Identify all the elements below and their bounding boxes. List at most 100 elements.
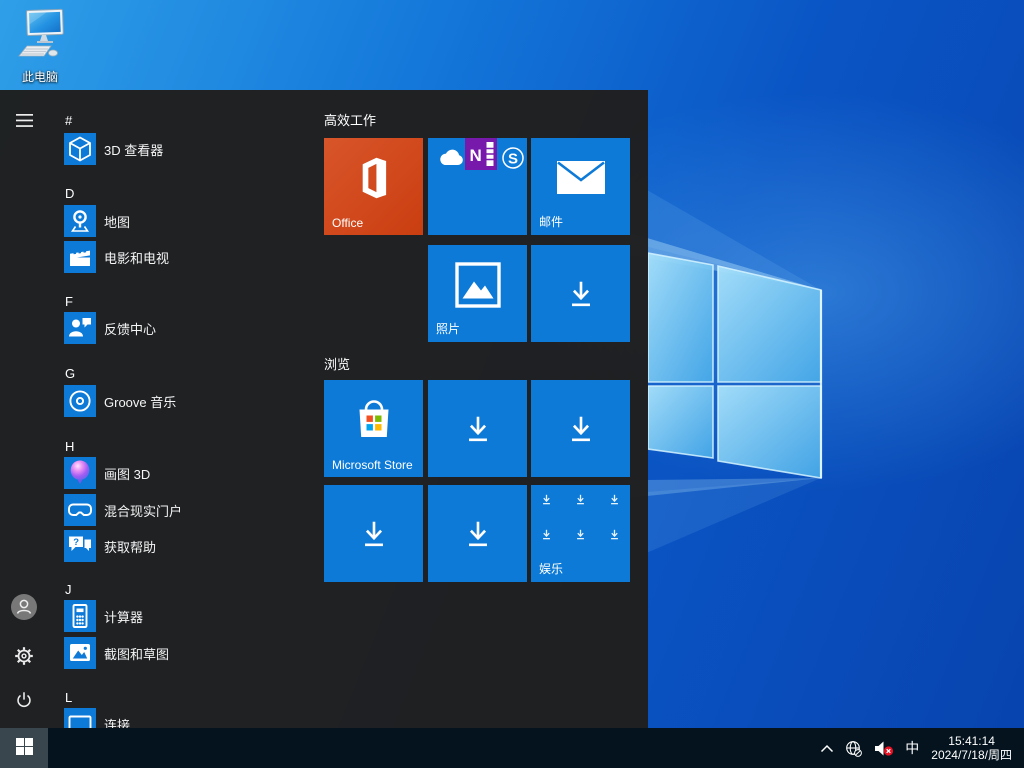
tile-download[interactable] <box>324 485 423 582</box>
tile-label: Office <box>332 216 421 230</box>
tile-group-title[interactable]: 高效工作 <box>324 110 376 128</box>
app-section-h[interactable]: H <box>65 436 74 456</box>
app-item-movies-tv[interactable]: 电影和电视 <box>64 241 318 273</box>
app-item-get-help[interactable]: ? 获取帮助 <box>64 530 318 562</box>
download-arrow-icon <box>574 493 587 506</box>
microsoft-store-icon <box>324 380 423 459</box>
tile-label: 照片 <box>436 320 525 337</box>
download-arrow-icon <box>324 485 423 582</box>
connect-icon <box>64 708 96 728</box>
office-logo-icon <box>324 138 423 217</box>
3d-viewer-icon <box>64 133 96 165</box>
ime-indicator[interactable]: 中 <box>902 728 922 768</box>
get-help-icon: ? <box>64 530 96 562</box>
settings-button[interactable] <box>0 633 48 681</box>
app-item-label: 截图和草图 <box>104 644 169 663</box>
app-section-g[interactable]: G <box>65 363 75 383</box>
calculator-icon <box>64 600 96 632</box>
tile-label: 邮件 <box>539 213 628 230</box>
app-item-label: 获取帮助 <box>104 537 156 556</box>
app-item-label: 地图 <box>104 212 130 231</box>
svg-text:N: N <box>470 146 482 165</box>
tray-overflow-button[interactable] <box>817 728 837 768</box>
app-item-connect[interactable]: 连接 <box>64 708 318 728</box>
network-button[interactable] <box>842 728 865 768</box>
download-arrow-icon <box>608 528 621 541</box>
download-arrow-icon <box>540 528 553 541</box>
desktop-icon-this-pc[interactable]: 此电脑 <box>8 6 72 85</box>
download-arrow-icon <box>574 528 587 541</box>
app-item-label: 反馈中心 <box>104 319 156 338</box>
app-item-snip-sketch[interactable]: 截图和草图 <box>64 637 318 669</box>
app-item-label: 计算器 <box>104 607 143 626</box>
skype-icon: S <box>502 147 524 169</box>
svg-text:?: ? <box>73 537 79 548</box>
app-section-l[interactable]: L <box>65 687 72 707</box>
user-account-button[interactable] <box>0 584 48 632</box>
tile-download[interactable] <box>428 380 527 477</box>
tile-photos-3[interactable]: 照片 <box>428 245 527 342</box>
globe-offline-icon <box>845 740 862 757</box>
hamburger-icon <box>16 114 33 130</box>
this-pc-icon <box>13 49 67 66</box>
app-list: #3D 查看器 D 地图电影和电视 F 反馈中心 G Groove 音乐 H 画图 3D 混合现实… <box>48 90 324 728</box>
app-item-label: 连接 <box>104 715 130 729</box>
tile-office-0[interactable]: Office <box>324 138 423 235</box>
download-arrow-icon <box>531 380 630 477</box>
tile-download[interactable] <box>531 380 630 477</box>
app-item-feedback-hub[interactable]: 反馈中心 <box>64 312 318 344</box>
download-arrow-icon <box>428 380 527 477</box>
tile-app-folder[interactable]: NS <box>428 138 527 235</box>
download-arrow-icon <box>531 245 630 342</box>
windows-logo-icon <box>16 738 33 758</box>
power-icon <box>13 690 35 715</box>
app-item-label: 3D 查看器 <box>104 140 163 159</box>
app-item-groove-music[interactable]: Groove 音乐 <box>64 385 318 417</box>
user-avatar-icon <box>10 593 38 624</box>
tile-label: Microsoft Store <box>332 458 421 472</box>
tile-area: 高效工作OfficeNS邮件照片浏览Microsoft Store娱乐 <box>324 90 648 728</box>
mixed-reality-portal-icon <box>64 494 96 526</box>
app-item-label: Groove 音乐 <box>104 392 176 411</box>
movies-tv-icon <box>64 241 96 273</box>
app-item-label: 电影和电视 <box>104 248 169 267</box>
clock-date: 2024/7/18/周四 <box>931 748 1012 762</box>
mail-icon <box>531 138 630 217</box>
tile-mail-2[interactable]: 邮件 <box>531 138 630 235</box>
app-section-d[interactable]: D <box>65 183 74 203</box>
tile-download[interactable] <box>531 245 630 342</box>
download-arrow-icon <box>428 485 527 582</box>
app-section-hash[interactable]: # <box>65 110 72 130</box>
download-arrow-icon <box>540 493 553 506</box>
app-item-maps[interactable]: 地图 <box>64 205 318 237</box>
app-item-mixed-reality-portal[interactable]: 混合现实门户 <box>64 494 318 526</box>
tile-download[interactable] <box>428 485 527 582</box>
start-menu: #3D 查看器 D 地图电影和电视 F 反馈中心 G Groove 音乐 H 画图 3D 混合现实… <box>0 90 648 728</box>
volume-button[interactable] <box>870 728 897 768</box>
feedback-hub-icon <box>64 312 96 344</box>
power-button[interactable] <box>0 678 48 726</box>
app-item-paint-3d[interactable]: 画图 3D <box>64 457 318 489</box>
expand-menu-button[interactable] <box>0 98 48 146</box>
tile-download-folder-5[interactable]: 娱乐 <box>531 485 630 582</box>
svg-text:S: S <box>508 151 518 168</box>
download-arrow-icon <box>608 493 621 506</box>
photos-icon <box>428 245 527 324</box>
clock[interactable]: 15:41:14 2024/7/18/周四 <box>927 728 1016 768</box>
app-item-calculator[interactable]: 计算器 <box>64 600 318 632</box>
system-tray: 中 15:41:14 2024/7/18/周四 <box>817 728 1024 768</box>
clock-time: 15:41:14 <box>948 734 995 748</box>
app-section-j[interactable]: J <box>65 579 72 599</box>
groove-music-icon <box>64 385 96 417</box>
maps-icon <box>64 205 96 237</box>
tile-group-title[interactable]: 浏览 <box>324 354 350 372</box>
tile-store-0[interactable]: Microsoft Store <box>324 380 423 477</box>
app-item-label: 画图 3D <box>104 464 150 483</box>
paint-3d-icon <box>64 457 96 489</box>
taskbar: 中 15:41:14 2024/7/18/周四 <box>0 728 1024 768</box>
start-menu-rail <box>0 90 48 728</box>
app-item-3d-viewer[interactable]: 3D 查看器 <box>64 133 318 165</box>
start-button[interactable] <box>0 728 48 768</box>
onedrive-icon <box>438 149 465 166</box>
app-section-f[interactable]: F <box>65 291 73 311</box>
